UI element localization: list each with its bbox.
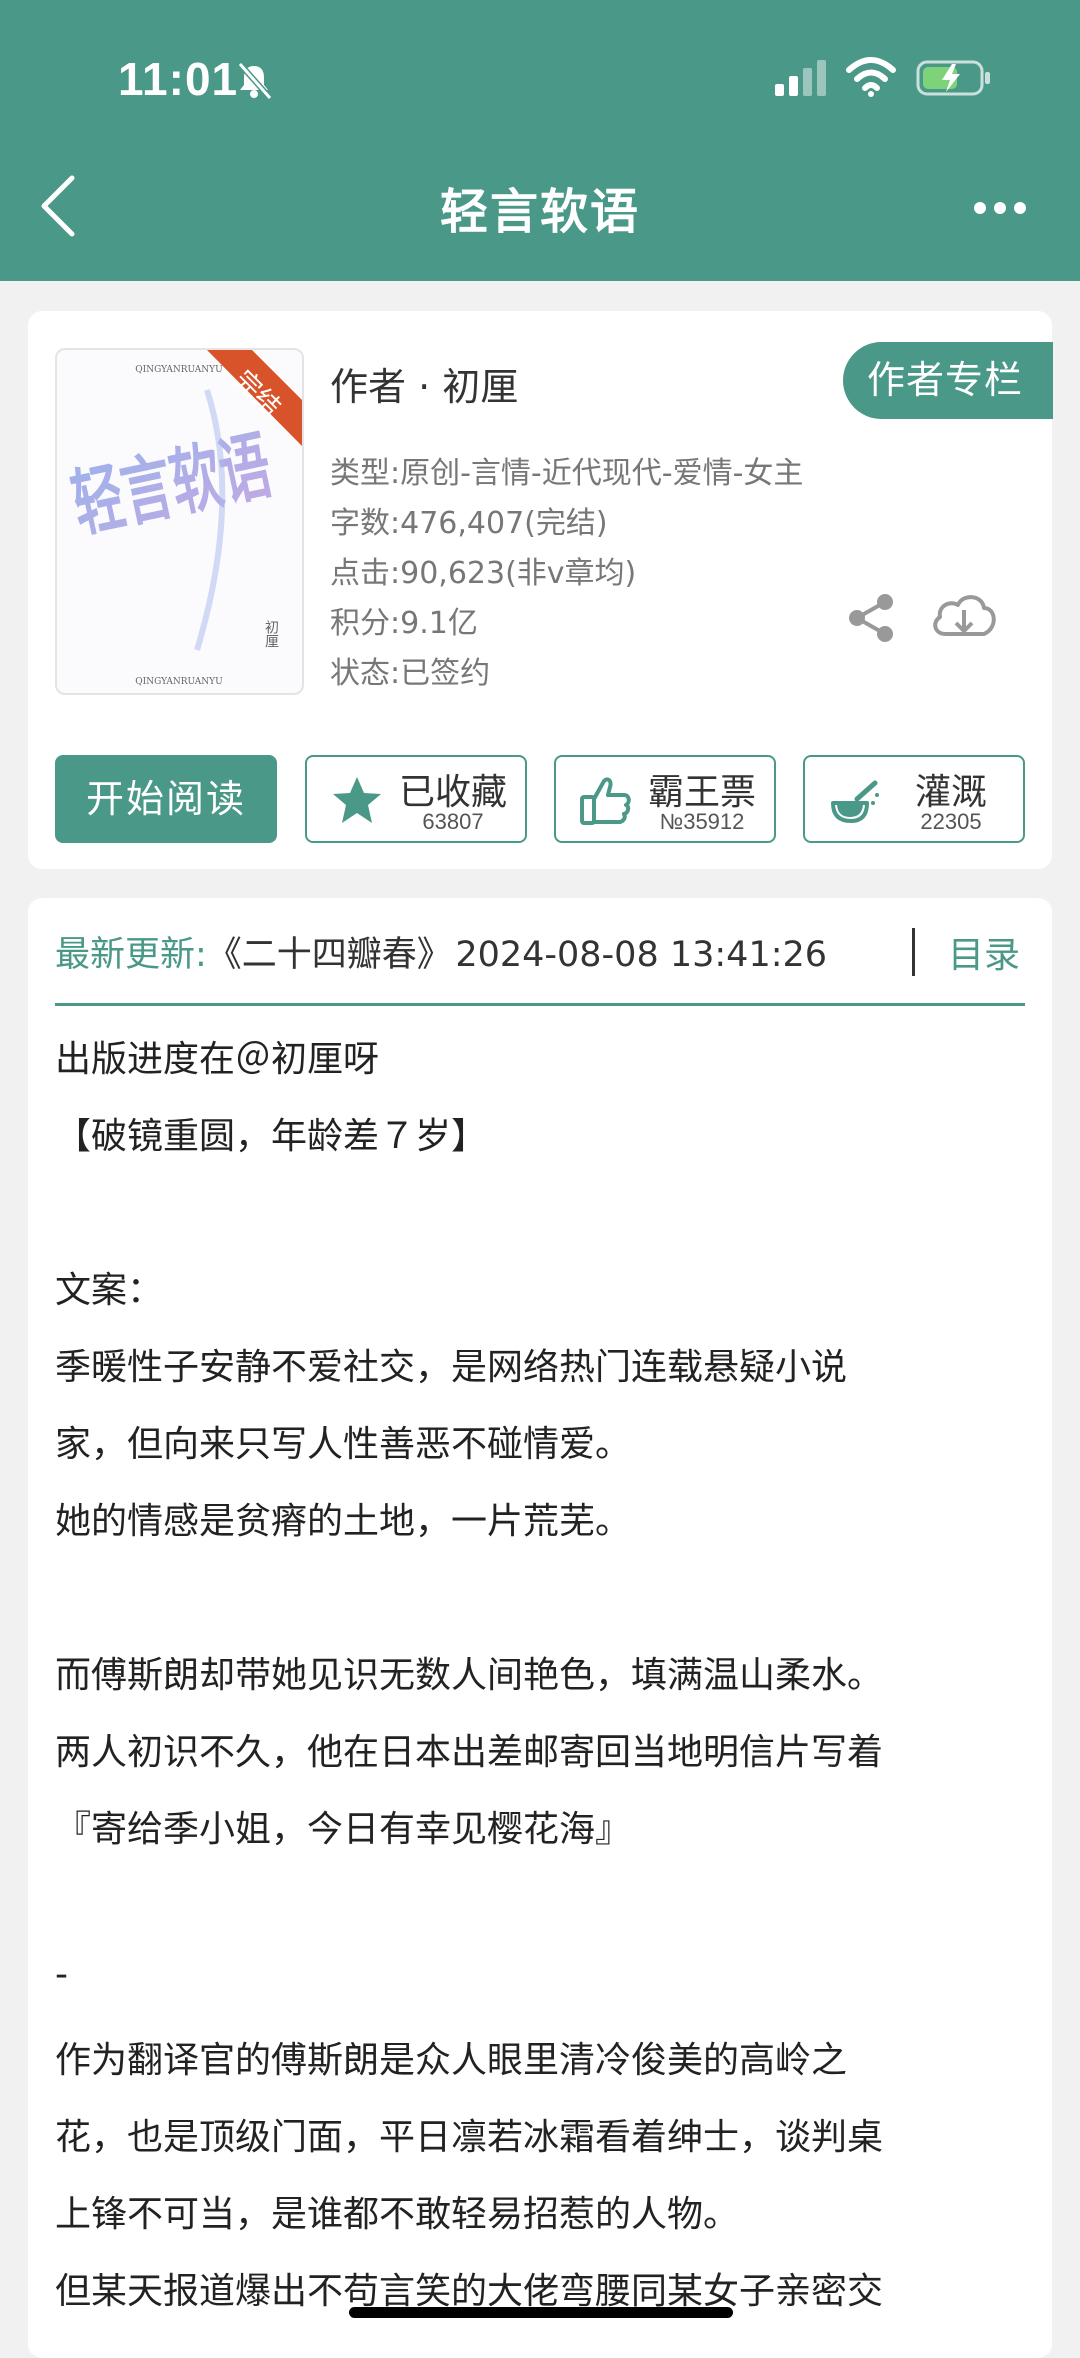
description-line: 【破镜重圆，年龄差７岁】 bbox=[55, 1116, 488, 1157]
watering-can-icon bbox=[831, 780, 879, 823]
clicks-text: 点击:90,623(非v章均) bbox=[330, 556, 637, 591]
divider bbox=[55, 1003, 1025, 1006]
star-icon bbox=[333, 777, 381, 823]
description-line: 文案： bbox=[55, 1270, 164, 1311]
battery-charging-icon bbox=[916, 60, 990, 96]
points-text: 积分:9.1亿 bbox=[330, 606, 478, 641]
bell-off-icon bbox=[237, 62, 273, 100]
table-of-contents-link[interactable]: 目录 bbox=[948, 926, 1020, 978]
description-line: 季暖性子安静不爱社交，是网络热门连载悬疑小说 bbox=[55, 1347, 848, 1388]
water-button[interactable]: 灌溉 22305 bbox=[803, 755, 1025, 843]
word-count-text: 字数:476,407(完结) bbox=[330, 506, 608, 541]
description-line: 她的情感是贫瘠的土地，一片荒芜。 bbox=[55, 1501, 632, 1542]
start-reading-button[interactable]: 开始阅读 bbox=[55, 755, 277, 843]
author-line[interactable]: 作者 · 初厘 bbox=[330, 356, 518, 411]
book-cover[interactable]: QINGYANRUANYU 轻言软语 初厘 QINGYANRUANYU 完结 bbox=[55, 348, 304, 695]
description-line: 两人初识不久，他在日本出差邮寄回当地明信片写着 bbox=[55, 1732, 884, 1773]
latest-update-label: 最新更新: bbox=[55, 935, 207, 975]
page-title: 轻言软语 bbox=[439, 184, 640, 240]
book-cover-art: QINGYANRUANYU 轻言软语 初厘 QINGYANRUANYU 完结 bbox=[65, 350, 302, 687]
description-line: 出版进度在＠初厘呀 bbox=[55, 1039, 380, 1080]
description-line: 上锋不可当，是谁都不敢轻易招惹的人物。 bbox=[55, 2194, 740, 2235]
water-count: 22305 bbox=[920, 809, 982, 834]
genre-text: 类型:原创-言情-近代现代-爱情-女主 bbox=[330, 456, 804, 491]
header-bar: 11:01 轻言软语 bbox=[0, 0, 1080, 281]
signal-icon bbox=[775, 60, 826, 96]
description-line: 花，也是顶级门面，平日凛若冰霜看着绅士，谈判桌 bbox=[55, 2117, 884, 2158]
home-indicator[interactable] bbox=[349, 2307, 733, 2318]
more-options-icon[interactable] bbox=[972, 190, 1028, 226]
description-line: 而傅斯朗却带她见识无数人间艳色，填满温山柔水。 bbox=[55, 1655, 884, 1696]
latest-chapter-title: 《二十四瓣春》 bbox=[206, 935, 452, 975]
latest-update-time: 2024-08-08 13:41:26 bbox=[455, 935, 828, 975]
ticket-button[interactable]: 霸王票 №35912 bbox=[554, 755, 776, 843]
description-line: 家，但向来只写人性善恶不碰情爱。 bbox=[55, 1424, 632, 1465]
cover-top-text: QINGYANRUANYU bbox=[135, 365, 223, 375]
share-icon[interactable] bbox=[843, 590, 899, 646]
divider bbox=[912, 928, 915, 976]
cloud-download-icon[interactable] bbox=[928, 588, 1000, 646]
status-time: 11:01 bbox=[118, 53, 239, 105]
description-line: 『寄给季小姐，今日有幸见樱花海』 bbox=[55, 1809, 632, 1850]
favorite-label: 已收藏 bbox=[398, 772, 507, 813]
favorite-count: 63807 bbox=[422, 809, 484, 834]
cover-bottom-text: QINGYANRUANYU bbox=[135, 677, 223, 687]
description-line: 作为翻译官的傅斯朗是众人眼里清冷俊美的高岭之 bbox=[55, 2040, 848, 2081]
cover-author: 初厘 bbox=[263, 619, 279, 648]
author-column-button[interactable]: 作者专栏 bbox=[843, 342, 1053, 419]
description-line: - bbox=[55, 1954, 68, 1995]
cover-title-art: 轻言软语 bbox=[65, 423, 279, 549]
favorite-button[interactable]: 已收藏 63807 bbox=[305, 755, 527, 843]
status-text: 状态:已签约 bbox=[330, 656, 491, 691]
latest-update-row[interactable]: 最新更新:《二十四瓣春》 2024-08-08 13:41:26 bbox=[55, 926, 827, 977]
water-label: 灌溉 bbox=[914, 772, 987, 813]
wifi-icon bbox=[846, 57, 896, 97]
thumbs-up-icon bbox=[580, 777, 631, 825]
ticket-label: 霸王票 bbox=[647, 772, 756, 813]
ticket-count: №35912 bbox=[659, 809, 745, 834]
